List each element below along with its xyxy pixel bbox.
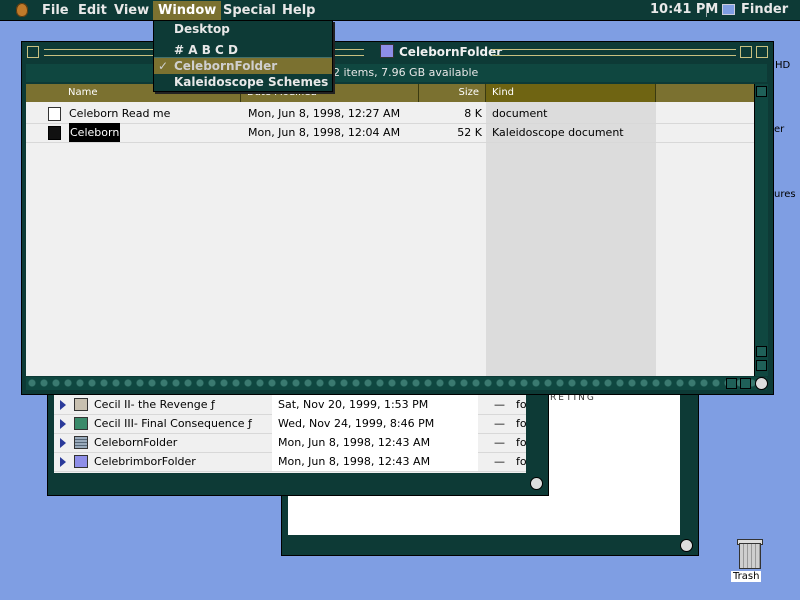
column-header-kind[interactable]: Kind bbox=[486, 84, 656, 102]
disclosure-triangle-icon[interactable] bbox=[60, 400, 66, 410]
scroll-right-arrow-icon[interactable] bbox=[740, 378, 751, 389]
item-date: Mon, Jun 8, 1998, 12:43 AM bbox=[272, 452, 478, 471]
item-date: Wed, Nov 24, 1999, 8:46 PM bbox=[272, 414, 478, 433]
menu-view[interactable]: View bbox=[109, 1, 154, 20]
item-date: Mon, Jun 8, 1998, 12:43 AM bbox=[272, 433, 478, 452]
list-item[interactable]: Celeborn Read me Mon, Jun 8, 1998, 12:27… bbox=[26, 104, 754, 124]
menu-window[interactable]: Window bbox=[153, 1, 222, 20]
window-menu-dropdown: Desktop # A B C D ✓ CelebornFolder Kalei… bbox=[153, 20, 333, 92]
folder-icon bbox=[74, 455, 88, 468]
disclosure-triangle-icon[interactable] bbox=[60, 438, 66, 448]
scroll-down-arrow-icon[interactable] bbox=[756, 360, 767, 371]
column-header-size[interactable]: Size bbox=[419, 84, 486, 102]
column-header-bar: Name Date Modified Size Kind bbox=[26, 84, 767, 102]
menu-item-label: Kaleidoscope Schemes bbox=[174, 75, 329, 89]
items-available-text: 2 items, 7.96 GB available bbox=[333, 66, 479, 79]
menu-clock[interactable]: 10:41 PM bbox=[650, 1, 718, 18]
checkmark-icon: ✓ bbox=[158, 59, 169, 73]
folder-green-icon bbox=[74, 417, 88, 430]
column-header-filler bbox=[656, 84, 754, 102]
menu-item-abcd[interactable]: # A B C D bbox=[154, 42, 332, 58]
scroll-up-arrow-icon[interactable] bbox=[756, 346, 767, 357]
list-item[interactable]: Cecil III- Final Consequence ƒ Wed, Nov … bbox=[54, 414, 526, 434]
desktop-icon-label-hd[interactable]: HD bbox=[775, 60, 790, 71]
item-size: — bbox=[494, 436, 505, 449]
grid-folder-icon bbox=[74, 436, 88, 449]
item-size: 8 K bbox=[464, 107, 482, 120]
window-grow-box[interactable] bbox=[755, 377, 768, 390]
collapse-box-icon[interactable] bbox=[756, 46, 768, 58]
file-list: Celeborn Read me Mon, Jun 8, 1998, 12:27… bbox=[26, 102, 754, 376]
item-size: 52 K bbox=[457, 126, 482, 139]
list-item[interactable]: Celeborn Mon, Jun 8, 1998, 12:04 AM 52 K… bbox=[26, 123, 754, 143]
finder-app-icon[interactable] bbox=[722, 4, 735, 15]
horizontal-scrollbar[interactable] bbox=[26, 377, 768, 390]
menu-item-label: # A B C D bbox=[174, 43, 238, 57]
item-size: — bbox=[494, 455, 505, 468]
menu-item-desktop[interactable]: Desktop bbox=[154, 21, 332, 37]
vertical-scrollbar[interactable] bbox=[754, 84, 768, 376]
zoom-box-icon[interactable] bbox=[740, 46, 752, 58]
item-name: CelebrimborFolder bbox=[94, 455, 196, 468]
disclosure-triangle-icon[interactable] bbox=[60, 457, 66, 467]
sort-direction-icon[interactable] bbox=[756, 86, 767, 97]
kind-column-highlight bbox=[486, 102, 656, 376]
menu-item-celebornfolder[interactable]: ✓ CelebornFolder bbox=[154, 58, 332, 74]
item-size: — bbox=[494, 417, 505, 430]
list-item[interactable]: CelebrimborFolder Mon, Jun 8, 1998, 12:4… bbox=[54, 452, 526, 472]
window-title-text: CelebornFolder bbox=[399, 45, 503, 59]
celeborn-folder-window[interactable]: CelebornFolder 2 items, 7.96 GB availabl… bbox=[21, 41, 774, 395]
item-name: Celeborn bbox=[69, 123, 121, 142]
menu-item-label: CelebornFolder bbox=[174, 59, 278, 73]
menu-item-kaleidoscope-schemes[interactable]: Kaleidoscope Schemes bbox=[154, 74, 332, 90]
package-icon bbox=[74, 398, 88, 411]
menu-item-label: Desktop bbox=[174, 22, 230, 36]
item-kind: fol bbox=[516, 455, 526, 468]
item-date: Mon, Jun 8, 1998, 12:27 AM bbox=[248, 107, 401, 120]
menu-separator bbox=[706, 3, 707, 17]
item-name: CelebornFolder bbox=[94, 436, 178, 449]
item-kind: document bbox=[492, 107, 548, 120]
list-item[interactable]: Cecil II- the Revenge ƒ Sat, Nov 20, 199… bbox=[54, 395, 526, 415]
middle-window[interactable]: Cecil II- the Revenge ƒ Sat, Nov 20, 199… bbox=[47, 380, 549, 496]
menu-application-finder[interactable]: Finder bbox=[741, 1, 788, 18]
item-kind: Kaleidoscope document bbox=[492, 126, 624, 139]
item-kind: fol bbox=[516, 417, 526, 430]
folder-icon bbox=[380, 44, 394, 58]
menu-help[interactable]: Help bbox=[277, 1, 320, 20]
desktop-icon-label-ures[interactable]: ures bbox=[774, 189, 796, 200]
trash-can bbox=[739, 543, 761, 569]
kaleidoscope-document-icon bbox=[48, 126, 61, 140]
item-date: Sat, Nov 20, 1999, 1:53 PM bbox=[272, 395, 478, 414]
apple-menu-icon[interactable] bbox=[16, 3, 28, 17]
window-info-bar: 2 items, 7.96 GB available bbox=[26, 64, 767, 82]
menu-file[interactable]: File bbox=[37, 1, 74, 20]
document-icon bbox=[48, 107, 61, 121]
middle-window-grow-box[interactable] bbox=[530, 477, 543, 490]
title-bar-stripes bbox=[492, 49, 736, 56]
item-kind: fol bbox=[516, 398, 526, 411]
menu-special[interactable]: Special bbox=[218, 1, 281, 20]
item-name: Cecil II- the Revenge ƒ bbox=[94, 398, 215, 411]
desktop-icon-label-er[interactable]: er bbox=[774, 124, 784, 135]
disclosure-triangle-icon[interactable] bbox=[60, 419, 66, 429]
item-name: Celeborn Read me bbox=[69, 107, 171, 120]
window-title: CelebornFolder bbox=[380, 44, 502, 59]
menu-bar: File Edit View Window Special Help 10:41… bbox=[0, 0, 800, 21]
scroll-left-arrow-icon[interactable] bbox=[726, 378, 737, 389]
window-title-bar[interactable]: CelebornFolder bbox=[22, 42, 773, 62]
backmost-window-grow-box[interactable] bbox=[680, 539, 693, 552]
item-kind: fol bbox=[516, 436, 526, 449]
close-box-icon[interactable] bbox=[27, 46, 39, 58]
trash-label: Trash bbox=[731, 571, 762, 582]
list-item[interactable]: CelebornFolder Mon, Jun 8, 1998, 12:43 A… bbox=[54, 433, 526, 453]
item-date: Mon, Jun 8, 1998, 12:04 AM bbox=[248, 126, 401, 139]
item-name: Cecil III- Final Consequence ƒ bbox=[94, 417, 252, 430]
menu-edit[interactable]: Edit bbox=[73, 1, 112, 20]
trash-icon[interactable]: Trash bbox=[731, 539, 769, 584]
item-size: — bbox=[494, 398, 505, 411]
